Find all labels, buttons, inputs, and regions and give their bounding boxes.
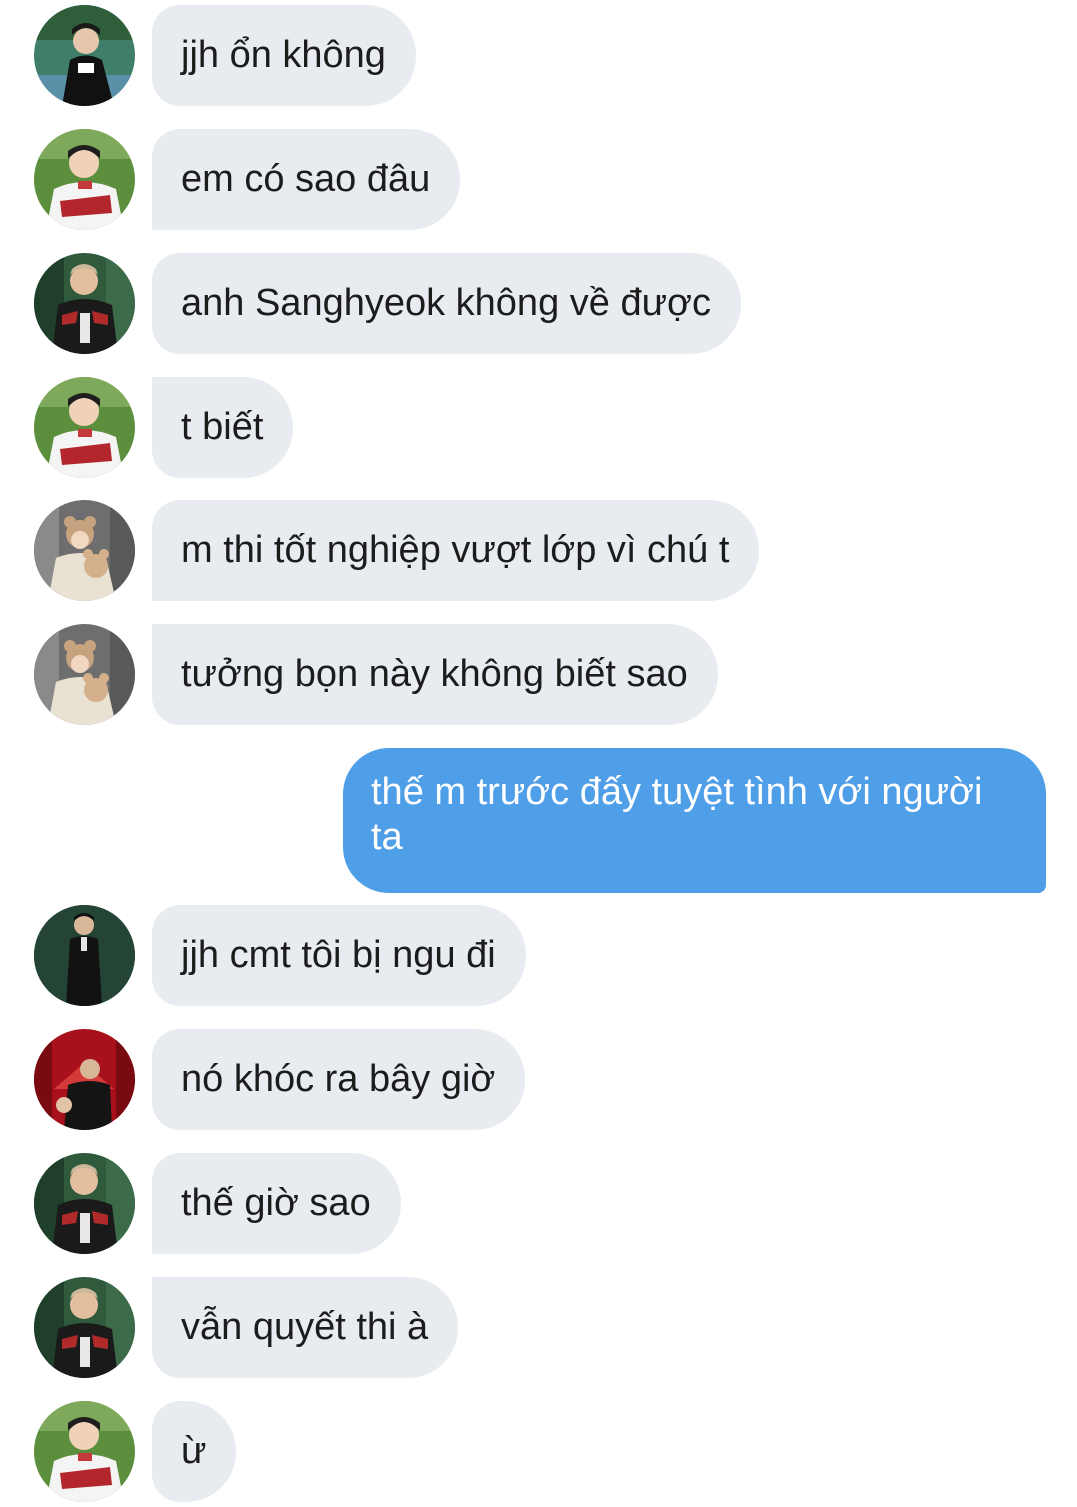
avatar-photo-icon [34, 377, 135, 478]
message-row: thế giờ sao [0, 1153, 1077, 1254]
message-row: t biết [0, 377, 1077, 478]
avatar-photo-icon [34, 1277, 135, 1378]
message-row: tưởng bọn này không biết sao [0, 624, 1077, 725]
incoming-message-bubble[interactable]: jjh ổn không [152, 5, 416, 106]
incoming-message-bubble[interactable]: m thi tốt nghiệp vượt lớp vì chú t [152, 500, 760, 601]
message-row: jjh cmt tôi bị ngu đi [0, 905, 1077, 1006]
message-row: em có sao đâu [0, 129, 1077, 230]
avatar[interactable] [34, 905, 135, 1006]
avatar-photo-icon [34, 500, 135, 601]
avatar-photo-icon [34, 5, 135, 106]
avatar[interactable] [34, 500, 135, 601]
avatar[interactable] [34, 1401, 135, 1502]
incoming-message-bubble[interactable]: vẫn quyết thi à [152, 1277, 459, 1378]
incoming-message-bubble[interactable]: em có sao đâu [152, 129, 461, 230]
avatar[interactable] [34, 1153, 135, 1254]
message-row: anh Sanghyeok không về được [0, 253, 1077, 354]
incoming-message-bubble[interactable]: thế giờ sao [152, 1153, 401, 1254]
incoming-message-bubble[interactable]: nó khóc ra bây giờ [152, 1029, 526, 1130]
avatar-photo-icon [34, 624, 135, 725]
avatar-photo-icon [34, 1401, 135, 1502]
avatar-photo-icon [34, 905, 135, 1006]
message-row: thế m trước đấy tuyệt tình với người ta [0, 748, 1077, 893]
incoming-message-bubble[interactable]: ừ [152, 1401, 237, 1502]
message-row: m thi tốt nghiệp vượt lớp vì chú t [0, 500, 1077, 601]
message-row: vẫn quyết thi à [0, 1277, 1077, 1378]
avatar[interactable] [34, 624, 135, 725]
incoming-message-bubble[interactable]: t biết [152, 377, 294, 478]
incoming-message-bubble[interactable]: tưởng bọn này không biết sao [152, 624, 718, 725]
outgoing-message-bubble[interactable]: thế m trước đấy tuyệt tình với người ta [343, 748, 1046, 893]
avatar[interactable] [34, 5, 135, 106]
avatar[interactable] [34, 1029, 135, 1130]
incoming-message-bubble[interactable]: anh Sanghyeok không về được [152, 253, 741, 354]
avatar[interactable] [34, 129, 135, 230]
avatar-photo-icon [34, 129, 135, 230]
avatar[interactable] [34, 1277, 135, 1378]
message-row: jjh ổn không [0, 5, 1077, 106]
avatar[interactable] [34, 253, 135, 354]
message-row: nó khóc ra bây giờ [0, 1029, 1077, 1130]
incoming-message-bubble[interactable]: jjh cmt tôi bị ngu đi [152, 905, 526, 1006]
message-row: ừ [0, 1401, 1077, 1502]
avatar[interactable] [34, 377, 135, 478]
avatar-photo-icon [34, 253, 135, 354]
avatar-photo-icon [34, 1153, 135, 1254]
avatar-photo-icon [34, 1029, 135, 1130]
